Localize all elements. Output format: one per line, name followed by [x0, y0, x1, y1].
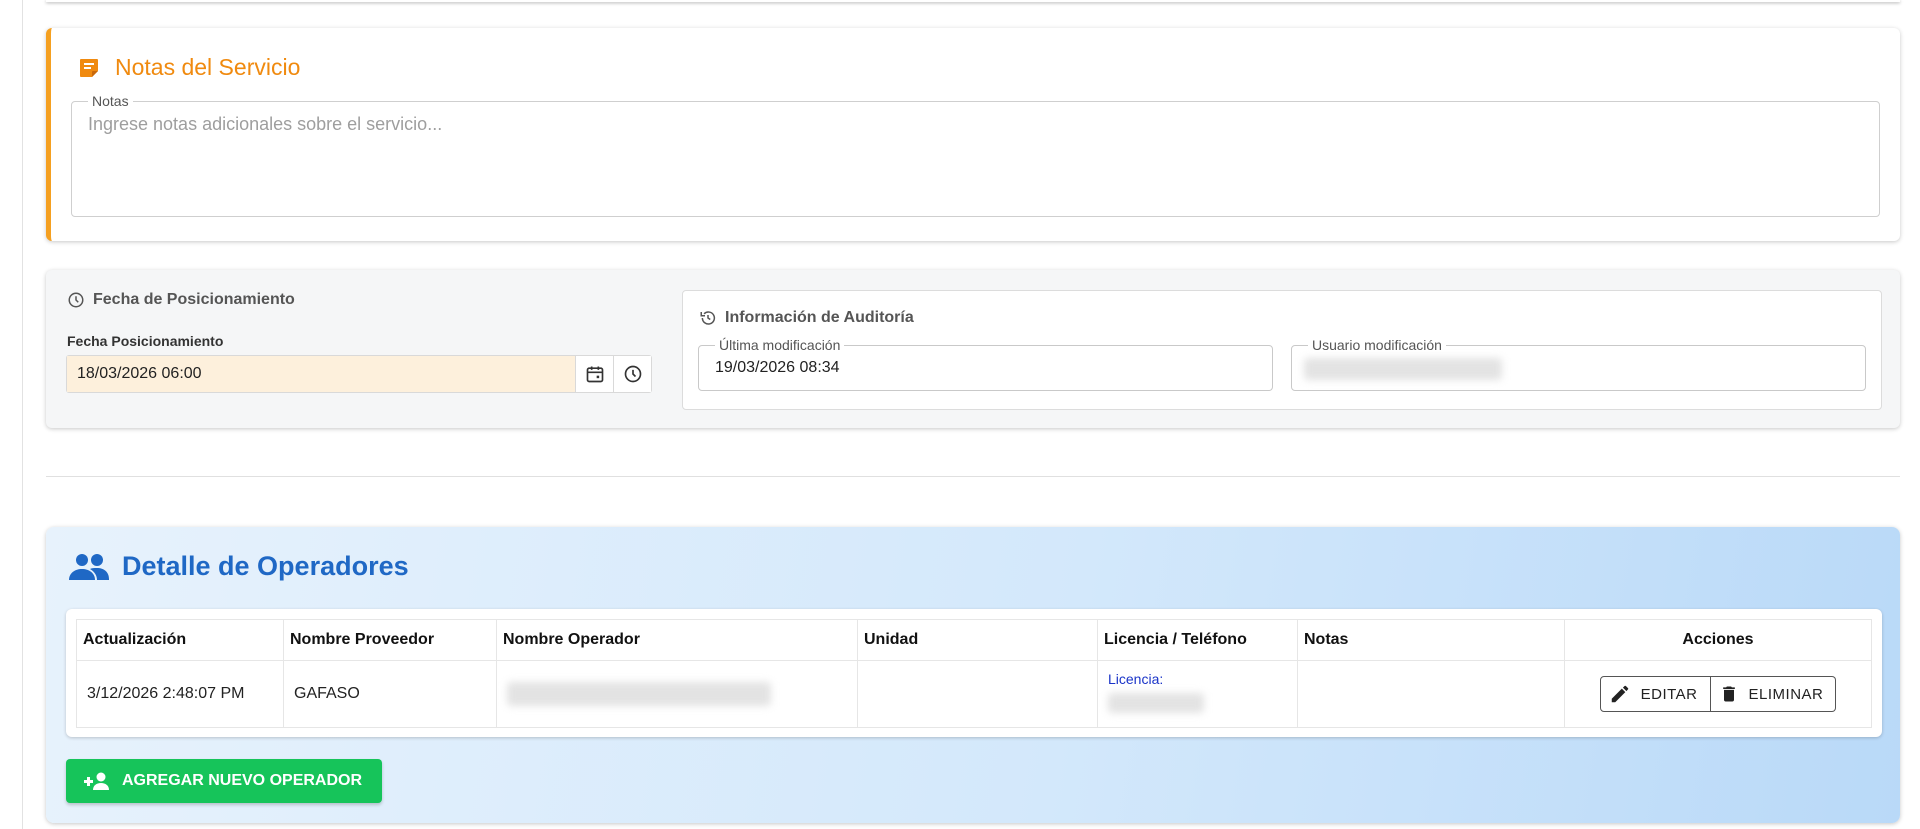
calendar-icon	[586, 366, 603, 383]
add-operator-label: AGREGAR NUEVO OPERADOR	[122, 772, 363, 789]
redacted-license	[1108, 693, 1204, 713]
notes-textarea[interactable]: Notas Ingrese notas adicionales sobre el…	[71, 93, 1880, 217]
column-header: Nombre Operador	[496, 619, 858, 661]
add-person-icon	[84, 772, 109, 790]
trash-icon	[1722, 686, 1735, 702]
positioning-field: 18/03/2026 06:00	[66, 355, 652, 393]
cell-notes	[1297, 660, 1565, 728]
add-operator-button[interactable]: AGREGAR NUEVO OPERADOR	[66, 759, 383, 803]
cell-provider: GAFASO	[283, 660, 497, 728]
redacted-operator-name	[507, 682, 771, 706]
table-header-row: Actualización Nombre Proveedor Nombre Op…	[76, 619, 1872, 661]
delete-button[interactable]: ELIMINAR	[1710, 676, 1837, 712]
time-button[interactable]	[613, 356, 651, 392]
column-header: Notas	[1297, 619, 1565, 661]
cell-updated: 3/12/2026 2:48:07 PM	[76, 660, 284, 728]
positioning-card: Fecha de Posicionamiento Fecha Posiciona…	[46, 270, 1900, 428]
last-modified-field: Última modificación 19/03/2026 08:34	[698, 337, 1273, 391]
column-header: Unidad	[857, 619, 1098, 661]
previous-card-edge	[46, 0, 1900, 2]
audit-title: Información de Auditoría	[725, 309, 914, 326]
operators-title: Detalle de Operadores	[122, 551, 409, 581]
last-modified-label: Última modificación	[715, 337, 845, 353]
notes-card: Notas del Servicio Notas Ingrese notas a…	[46, 28, 1900, 241]
positioning-label: Fecha Posicionamiento	[67, 333, 224, 349]
table-row: 3/12/2026 2:48:07 PM GAFASO Licencia: ED…	[76, 660, 1872, 728]
section-divider	[46, 476, 1900, 477]
left-rail	[22, 0, 23, 829]
notes-legend: Notas	[88, 93, 133, 109]
clock-icon	[68, 292, 84, 308]
audit-header: Información de Auditoría	[699, 309, 914, 327]
calendar-button[interactable]	[575, 356, 613, 392]
clock-icon	[624, 365, 641, 383]
column-header: Actualización	[76, 619, 284, 661]
operators-table-card: Actualización Nombre Proveedor Nombre Op…	[66, 609, 1882, 737]
cell-license: Licencia:	[1097, 660, 1298, 728]
cell-unit	[857, 660, 1098, 728]
edit-button[interactable]: EDITAR	[1599, 676, 1711, 712]
history-icon	[700, 311, 716, 325]
people-icon	[69, 553, 109, 580]
notes-title: Notas del Servicio	[115, 54, 301, 80]
column-header: Licencia / Teléfono	[1097, 619, 1298, 661]
operators-card: Detalle de Operadores Actualización Nomb…	[46, 527, 1900, 823]
sticky-note-icon	[80, 58, 98, 77]
notes-placeholder: Ingrese notas adicionales sobre el servi…	[88, 114, 443, 134]
last-modified-value: 19/03/2026 08:34	[715, 359, 840, 376]
notes-header: Notas del Servicio	[77, 54, 300, 81]
license-label: Licencia:	[1108, 671, 1164, 687]
modified-by-field: Usuario modificación	[1291, 337, 1866, 391]
positioning-title: Fecha de Posicionamiento	[93, 291, 295, 308]
pencil-icon	[1611, 685, 1628, 703]
operators-table: Actualización Nombre Proveedor Nombre Op…	[76, 619, 1872, 728]
column-header: Nombre Proveedor	[283, 619, 497, 661]
audit-box: Información de Auditoría Última modifica…	[682, 290, 1882, 410]
modified-by-label: Usuario modificación	[1308, 337, 1446, 353]
cell-actions: EDITAR ELIMINAR	[1564, 660, 1872, 728]
cell-operator-name	[496, 660, 858, 728]
actions-group: EDITAR ELIMINAR	[1575, 676, 1861, 712]
operators-header: Detalle de Operadores	[68, 551, 409, 582]
edit-label: EDITAR	[1640, 685, 1698, 703]
positioning-input[interactable]: 18/03/2026 06:00	[67, 356, 575, 392]
redacted-user	[1304, 358, 1502, 380]
delete-label: ELIMINAR	[1748, 685, 1824, 703]
column-header: Acciones	[1564, 619, 1872, 661]
positioning-header: Fecha de Posicionamiento	[67, 291, 295, 309]
